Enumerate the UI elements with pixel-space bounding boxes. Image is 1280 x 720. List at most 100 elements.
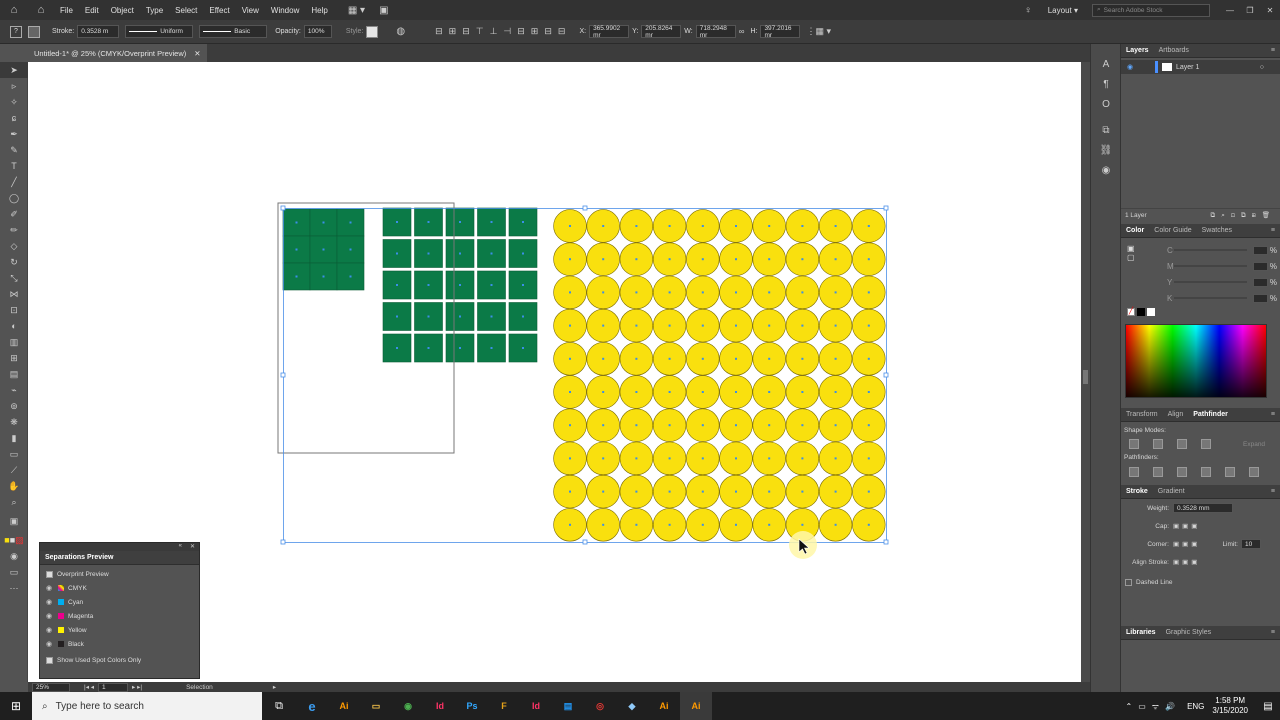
taskbar-app[interactable]: ◆ (616, 692, 648, 720)
center-point[interactable] (867, 291, 870, 294)
panel-menu-icon[interactable]: ≡ (1266, 629, 1280, 636)
center-point[interactable] (801, 424, 804, 427)
line-tool-icon[interactable]: ╱ (0, 174, 28, 190)
center-point[interactable] (295, 221, 298, 224)
fill-swatch[interactable] (28, 25, 40, 38)
constrain-link-icon[interactable]: ∞ (739, 27, 745, 36)
center-point[interactable] (701, 523, 704, 526)
center-point[interactable] (768, 291, 771, 294)
center-point[interactable] (867, 523, 870, 526)
center-point[interactable] (349, 275, 352, 278)
gpu-icon[interactable]: ▣ (379, 5, 388, 16)
center-point[interactable] (635, 490, 638, 493)
visibility-eye-icon[interactable]: ◉ (1121, 63, 1139, 71)
scale-tool-icon[interactable]: ⤡ (0, 270, 28, 286)
center-point[interactable] (635, 391, 638, 393)
center-point[interactable] (768, 391, 771, 393)
center-point[interactable] (522, 315, 524, 318)
tab-pathfinder[interactable]: Pathfinder (1188, 411, 1233, 418)
selection-handle[interactable] (582, 539, 588, 545)
center-point[interactable] (735, 490, 737, 493)
eye-icon[interactable]: ◉ (46, 612, 58, 620)
center-point[interactable] (801, 258, 804, 261)
eye-icon[interactable]: ◉ (46, 598, 58, 606)
center-point[interactable] (867, 391, 870, 393)
hand-tool-icon[interactable]: ✋ (0, 478, 28, 494)
symbol-sprayer-tool-icon[interactable]: ❋ (0, 414, 28, 430)
center-point[interactable] (459, 284, 461, 286)
tab-artboards[interactable]: Artboards (1154, 47, 1194, 54)
menu-select[interactable]: Select (169, 6, 203, 15)
page-field[interactable]: 1 (98, 682, 129, 692)
taskbar-app[interactable]: ▤ (552, 692, 584, 720)
m-slider[interactable] (1174, 265, 1247, 267)
appearance-icon[interactable]: ◉ (1091, 160, 1121, 180)
opacity-field[interactable]: 100% (303, 25, 332, 38)
minus-front-button[interactable] (1153, 439, 1163, 449)
task-view-icon[interactable]: ⧉ (262, 700, 296, 713)
center-point[interactable] (322, 248, 325, 251)
center-point[interactable] (427, 284, 430, 286)
curvature-tool-icon[interactable]: ✎ (0, 142, 28, 158)
center-point[interactable] (569, 424, 571, 427)
free-transform-tool-icon[interactable]: ⊡ (0, 302, 28, 318)
mesh-tool-icon[interactable]: ⊞ (0, 350, 28, 366)
tab-layers[interactable]: Layers (1121, 47, 1154, 54)
center-point[interactable] (668, 291, 671, 294)
center-point[interactable] (635, 225, 638, 227)
trim-button[interactable] (1153, 467, 1163, 477)
center-point[interactable] (801, 391, 804, 393)
center-point[interactable] (768, 424, 771, 427)
y-channel-field[interactable] (1252, 277, 1268, 287)
center-point[interactable] (801, 357, 804, 360)
center-point[interactable] (768, 490, 771, 493)
center-point[interactable] (396, 221, 398, 223)
tab-gradient[interactable]: Gradient (1153, 488, 1190, 495)
scroll-thumb[interactable] (1083, 370, 1088, 384)
vertical-scrollbar[interactable] (1081, 62, 1090, 682)
center-point[interactable] (834, 291, 837, 294)
center-point[interactable] (396, 315, 398, 318)
panel-menu-icon[interactable]: ≡ (1266, 227, 1280, 234)
taskbar-app[interactable]: ◎ (584, 692, 616, 720)
center-point[interactable] (569, 291, 571, 294)
c-slider[interactable] (1174, 249, 1247, 251)
center-point[interactable] (668, 457, 671, 460)
paragraph-icon[interactable]: ¶ (1091, 74, 1121, 94)
stock-search[interactable]: ⌕ Search Adobe Stock (1092, 3, 1210, 17)
center-point[interactable] (768, 258, 771, 261)
center-point[interactable] (801, 457, 804, 460)
white-swatch[interactable] (1147, 308, 1155, 316)
close-panel-icon[interactable]: ✕ (190, 543, 195, 551)
center-point[interactable] (735, 457, 737, 460)
x-field[interactable]: 365.9902 mr (589, 25, 630, 39)
workspace-switcher[interactable]: Layout ▾ (1048, 6, 1078, 15)
center-point[interactable] (701, 490, 704, 493)
eye-icon[interactable]: ◉ (46, 626, 58, 634)
center-point[interactable] (490, 347, 493, 349)
center-point[interactable] (569, 391, 571, 393)
shape-builder-tool-icon[interactable]: ◐ (0, 318, 28, 334)
center-point[interactable] (735, 258, 737, 261)
k-slider[interactable] (1174, 297, 1247, 299)
center-point[interactable] (295, 248, 298, 251)
y-slider[interactable] (1174, 281, 1247, 283)
selection-handle[interactable] (280, 372, 286, 378)
spot-colors-checkbox[interactable] (46, 656, 53, 664)
tray-icons[interactable]: ⌃▭ᯤ🔊 (1126, 701, 1182, 712)
center-point[interactable] (522, 284, 524, 286)
none-swatch[interactable]: ╱ (1127, 308, 1135, 316)
center-point[interactable] (701, 291, 704, 294)
menu-view[interactable]: View (236, 6, 265, 15)
menu-effect[interactable]: Effect (203, 6, 235, 15)
fill-stroke-proxy[interactable]: ▣ ▢ (1127, 244, 1141, 270)
center-point[interactable] (427, 252, 430, 255)
center-point[interactable] (801, 490, 804, 493)
center-point[interactable] (834, 225, 837, 227)
center-point[interactable] (295, 275, 298, 278)
gradient-tool-icon[interactable]: ▤ (0, 366, 28, 382)
center-point[interactable] (668, 424, 671, 427)
tab-libraries[interactable]: Libraries (1121, 629, 1161, 636)
perspective-grid-tool-icon[interactable]: ▥ (0, 334, 28, 350)
center-point[interactable] (322, 275, 325, 278)
